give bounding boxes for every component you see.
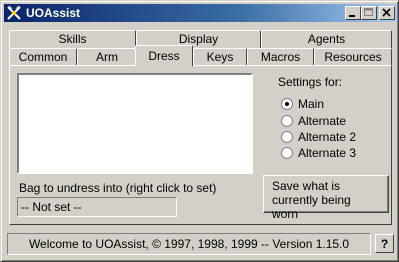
radio-main-label: Main <box>298 97 325 111</box>
status-bar: Welcome to UOAssist, © 1997, 1998, 1999 … <box>7 233 371 255</box>
radio-unselected-icon <box>281 147 293 159</box>
radio-selected-icon <box>281 98 293 110</box>
tab-dress[interactable]: Dress <box>135 45 193 66</box>
help-button[interactable]: ? <box>375 234 394 253</box>
radio-alternate-3-label: Alternate 3 <box>298 146 357 160</box>
uoassist-window: UOAssist Skills Display Agents Common Ar… <box>0 0 399 262</box>
close-button[interactable] <box>379 6 395 20</box>
tab-macros[interactable]: Macros <box>247 48 314 66</box>
window-title: UOAssist <box>26 6 81 20</box>
maximize-icon <box>364 8 373 16</box>
app-icon[interactable] <box>6 5 22 21</box>
title-bar[interactable]: UOAssist <box>4 4 397 22</box>
tab-common[interactable]: Common <box>9 48 77 66</box>
maximize-button[interactable] <box>361 6 377 20</box>
save-worn-button[interactable]: Save what is currently being worn <box>263 175 389 221</box>
tab-agents[interactable]: Agents <box>261 30 392 48</box>
settings-for-label: Settings for: <box>278 75 343 89</box>
radio-alternate-2-label: Alternate 2 <box>298 130 357 144</box>
tab-skills[interactable]: Skills <box>9 30 136 48</box>
close-icon <box>382 8 391 17</box>
bag-field[interactable]: -- Not set -- <box>17 197 177 217</box>
dress-item-list[interactable] <box>17 73 253 174</box>
minimize-button[interactable] <box>345 6 361 20</box>
radio-unselected-icon <box>281 115 293 127</box>
minimize-icon <box>349 15 355 17</box>
tab-keys[interactable]: Keys <box>193 48 247 66</box>
tab-arm[interactable]: Arm <box>77 48 137 66</box>
tab-resources[interactable]: Resources <box>314 48 392 66</box>
bag-label: Bag to undress into (right click to set) <box>19 181 217 195</box>
radio-alternate-label: Alternate <box>298 114 347 128</box>
radio-unselected-icon <box>281 131 293 143</box>
